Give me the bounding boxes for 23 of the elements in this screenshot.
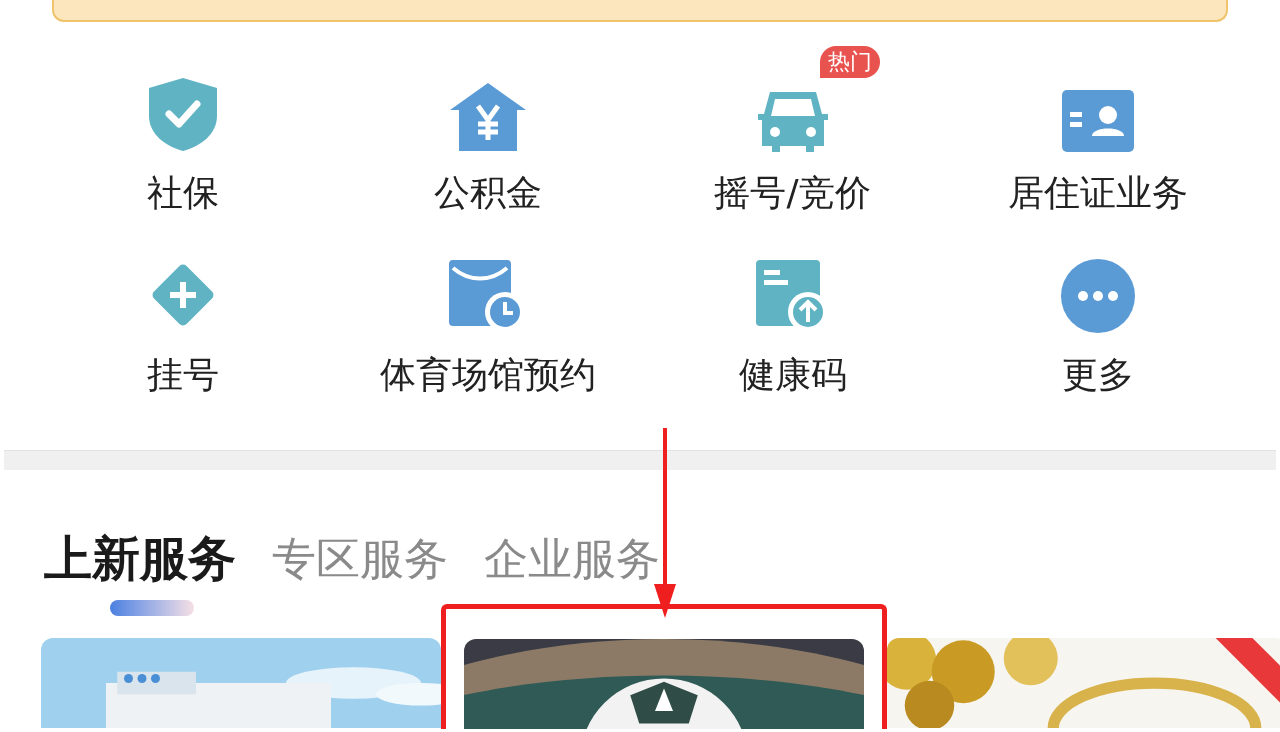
- service-item[interactable]: 居住证业务: [945, 42, 1250, 216]
- service-item[interactable]: 挂号: [30, 224, 335, 398]
- service-item[interactable]: 健康码: [640, 224, 945, 398]
- shield-check-icon: [146, 76, 219, 152]
- service-label: 挂号: [146, 353, 219, 397]
- hot-badge: 热门: [819, 46, 880, 78]
- service-label: 更多: [1061, 353, 1134, 397]
- service-item[interactable]: 热门 摇号/竞价: [640, 42, 945, 216]
- service-label: 居住证业务: [1007, 171, 1188, 215]
- service-label: 公积金: [433, 171, 542, 215]
- service-item[interactable]: 更多: [945, 224, 1250, 398]
- service-label: 社保: [146, 171, 219, 215]
- service-item[interactable]: 公积金: [335, 42, 640, 216]
- service-item[interactable]: 体育场馆预约: [335, 224, 640, 398]
- service-label: 摇号/竞价: [714, 171, 871, 215]
- house-yen-icon: [448, 82, 527, 152]
- car-icon: [755, 90, 830, 152]
- service-label: 健康码: [738, 353, 847, 397]
- service-label: 体育场馆预约: [379, 353, 596, 397]
- tab[interactable]: 上新服务: [44, 528, 236, 588]
- id-card-icon: [1061, 90, 1134, 152]
- more-icon: [1059, 258, 1136, 334]
- service-item[interactable]: 社保: [30, 42, 335, 216]
